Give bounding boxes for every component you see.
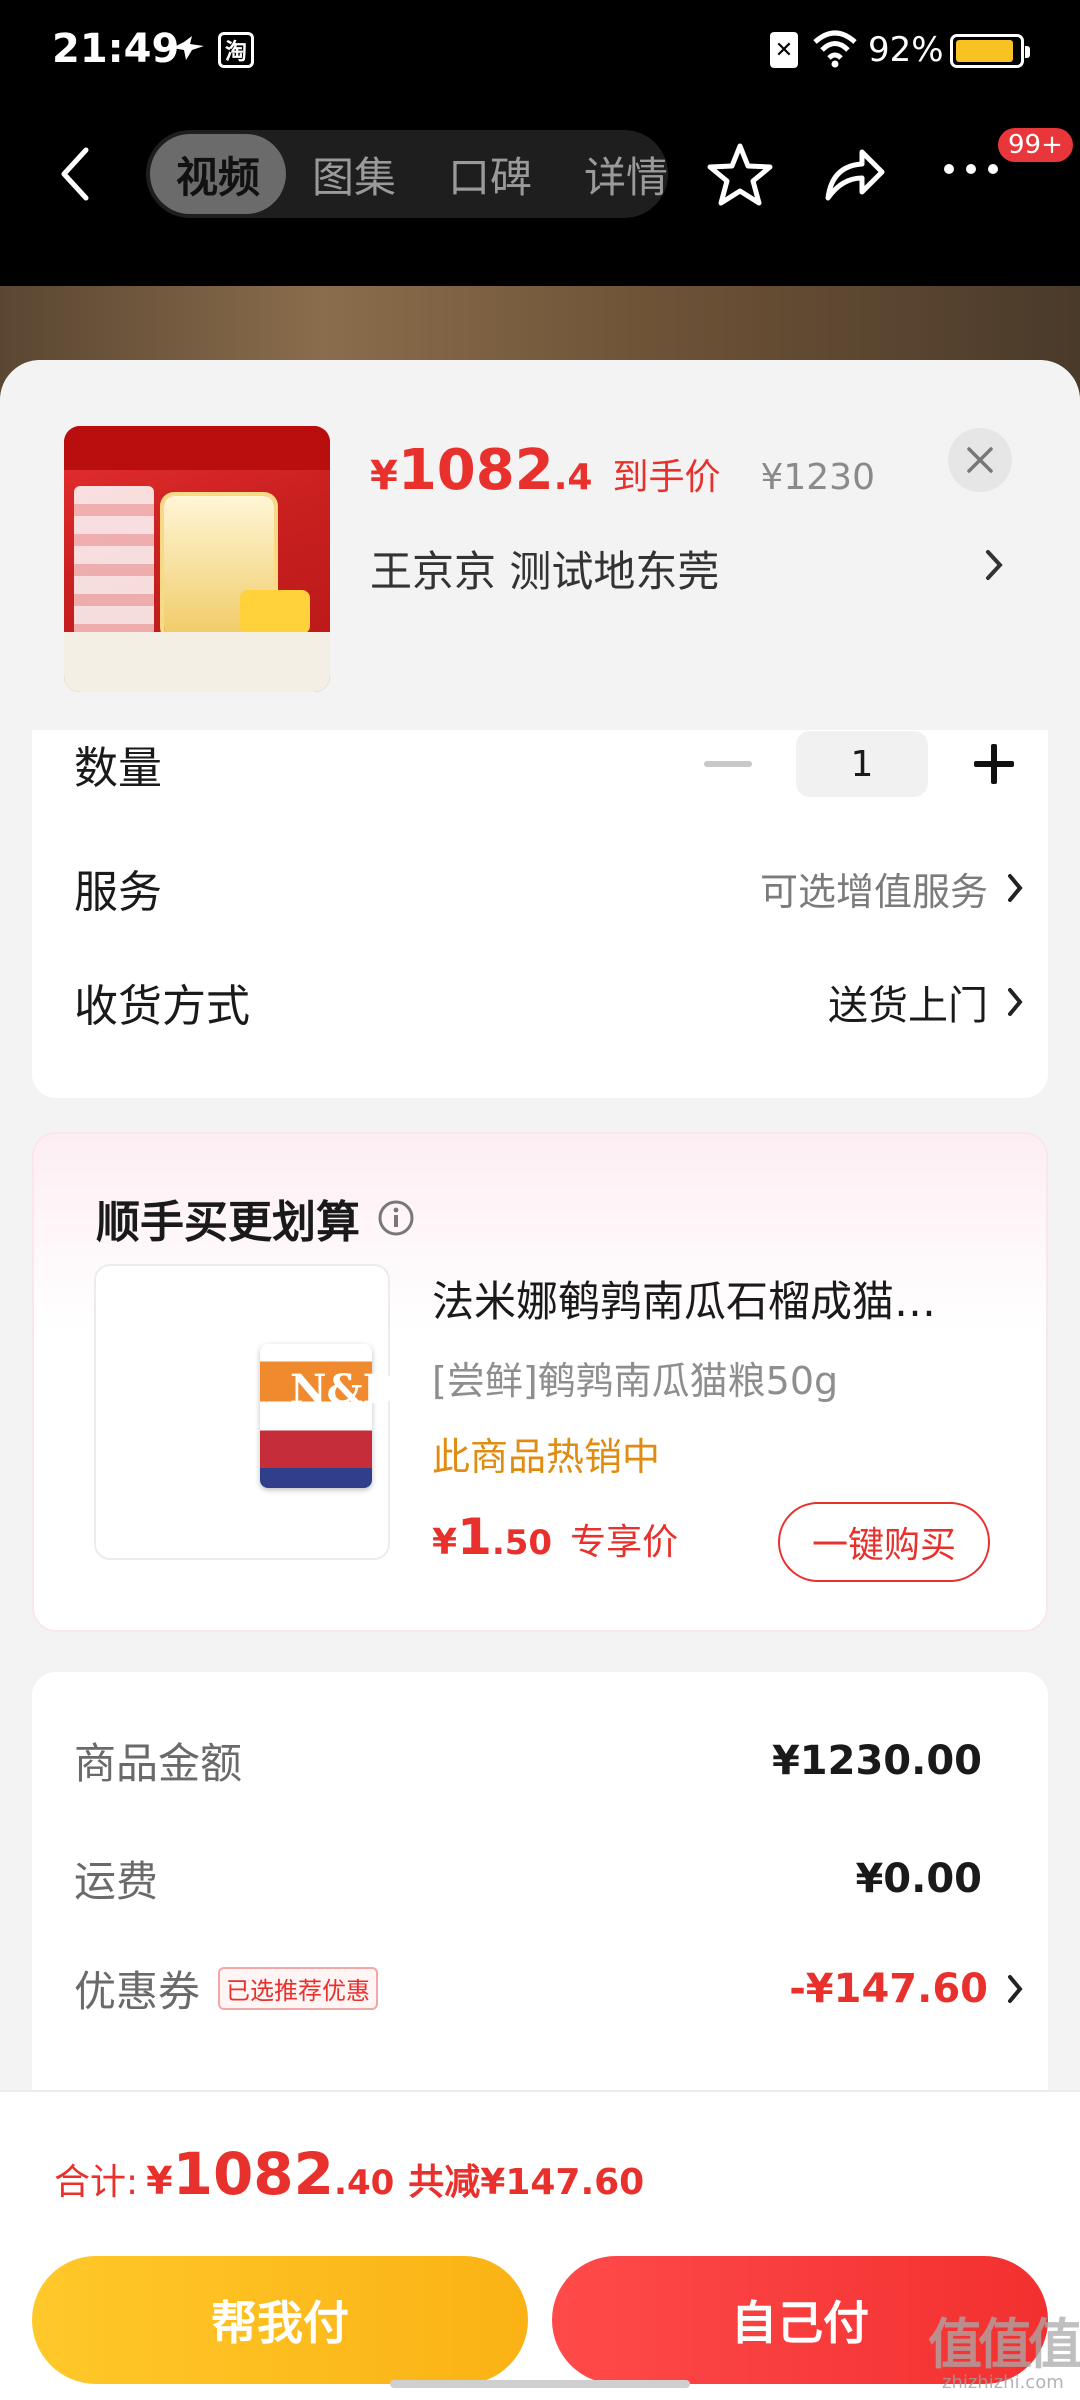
total-label: 合计: [54,2162,139,2203]
service-label: 服务 [74,867,162,918]
delivery-address[interactable]: 王京京 测试地东莞 [370,538,719,599]
cat-food-bag-image: N&D [260,1344,397,1488]
upsell-product-name[interactable]: 法米娜鹌鹑南瓜石榴成猫… [432,1268,992,1329]
shipping-value: ¥0.00 [855,1855,982,1902]
goods-amount-label: 商品金额 [74,1739,243,1788]
sheet-header: ¥ 1082 .4 到手价 ¥1230 王京京 测试地东莞 [0,360,1080,730]
quantity-row: 数量 1 [74,731,1024,797]
order-options-card: 数量 1 服务 可选增值服务 收货方式 送货上门 [32,730,1048,1098]
chevron-right-icon [1008,874,1023,902]
coupon-row[interactable]: 优惠券 已选推荐优惠 -¥147.60 [74,1958,1024,2019]
nav-tabs: 视频 图集 口碑 详情 [146,130,668,218]
service-value: 可选增值服务 [759,869,988,914]
order-total: 合计: ¥ 1082 .40 共减¥147.60 [54,2140,644,2208]
upsell-title-text: 顺手买更划算 [96,1197,360,1248]
close-icon [967,447,993,473]
close-button[interactable] [948,428,1012,492]
coupon-recommended-tag: 已选推荐优惠 [218,1967,379,2010]
purchase-sheet: ¥ 1082 .4 到手价 ¥1230 王京京 测试地东莞 数量 1 服务 可选 [0,360,1080,2090]
wifi-icon [812,28,858,72]
delivery-value: 送货上门 [828,983,988,1029]
status-time: 21:49 [52,26,180,72]
home-indicator[interactable] [390,2380,690,2388]
upsell-price-decimal: .50 [491,1523,553,1563]
price-decimal: .4 [553,457,593,498]
chevron-right-icon [1008,1974,1023,2003]
shipping-row: 运费 ¥0.00 [74,1848,1024,1909]
sim-icon: ✕ [770,32,798,68]
upsell-price-tag: 专享价 [570,1522,679,1563]
minus-icon[interactable] [704,761,752,767]
upsell-product-image[interactable]: N&D [94,1264,397,1560]
checkout-bar: 合计: ¥ 1082 .40 共减¥147.60 帮我付 自己付 [0,2090,1080,2400]
quantity-label: 数量 [74,743,162,794]
quantity-stepper: 1 [704,731,1024,797]
watermark-logo: 值值值 [928,2313,1080,2376]
tab-reviews[interactable]: 口碑 [422,134,558,214]
goods-amount-value: ¥1230.00 [771,1737,982,1784]
total-decimal: .40 [334,2163,395,2203]
chevron-right-icon[interactable] [984,548,1004,586]
status-bar: 21:49 淘 ✕ 92% [0,0,1080,100]
battery-percent: 92% [868,30,944,70]
product-nav-bar: 视频 图集 口碑 详情 99+ [0,100,1080,286]
coupon-label: 优惠券 [74,1967,201,2016]
shipping-label: 运费 [74,1857,159,1906]
upsell-product-variant: [尝鲜]鹌鹑南瓜猫粮50g [432,1359,839,1403]
total-integer: 1082 [172,2140,335,2208]
service-row[interactable]: 服务 可选增值服务 [74,858,1024,918]
share-icon[interactable] [822,144,886,208]
upsell-price-integer: 1 [457,1508,492,1566]
price-summary-card: 商品金额 ¥1230.00 运费 ¥0.00 优惠券 已选推荐优惠 -¥147.… [32,1672,1048,2090]
watermark-url: zhizhizhi.com [942,2372,1064,2393]
product-thumbnail [64,426,330,692]
original-price: ¥1230 [760,457,875,498]
tab-gallery[interactable]: 图集 [286,134,422,214]
taobao-icon: 淘 [218,32,254,68]
tab-details[interactable]: 详情 [558,134,668,214]
total-saved: 共减¥147.60 [408,2162,645,2203]
goods-amount-row: 商品金额 ¥1230.00 [74,1730,1024,1791]
delivery-label: 收货方式 [74,981,250,1032]
plus-icon[interactable] [964,734,1024,794]
back-icon[interactable] [56,144,96,208]
battery-level [956,40,1014,62]
coupon-value: -¥147.60 [789,1965,988,2012]
upsell-price-currency: ¥ [432,1522,458,1563]
price-integer: 1082 [397,438,554,503]
quantity-value[interactable]: 1 [796,731,928,797]
message-badge: 99+ [998,128,1073,162]
more-icon[interactable] [944,164,998,174]
one-click-buy-button[interactable]: 一键购买 [778,1502,990,1582]
chevron-right-icon [1008,988,1023,1016]
price-tag: 到手价 [612,457,721,498]
upsell-card: 顺手买更划算 N&D 法米娜鹌鹑南瓜石榴成猫… [尝鲜]鹌鹑南瓜猫粮50g 此商… [32,1132,1048,1632]
star-icon[interactable] [706,142,774,212]
total-currency: ¥ [146,2159,173,2203]
help-me-pay-button[interactable]: 帮我付 [32,2256,528,2384]
upsell-price: ¥ 1 .50 专享价 [432,1508,678,1566]
battery-icon [950,34,1030,68]
product-price: ¥ 1082 .4 到手价 ¥1230 [370,438,875,503]
price-currency: ¥ [370,453,398,499]
info-icon[interactable] [376,1198,416,1238]
upsell-hot-label: 此商品热销中 [432,1435,661,1479]
tab-video[interactable]: 视频 [150,134,287,214]
delivery-method-row[interactable]: 收货方式 送货上门 [74,972,1024,1032]
bird-icon [170,34,206,70]
upsell-title: 顺手买更划算 [96,1186,416,1250]
